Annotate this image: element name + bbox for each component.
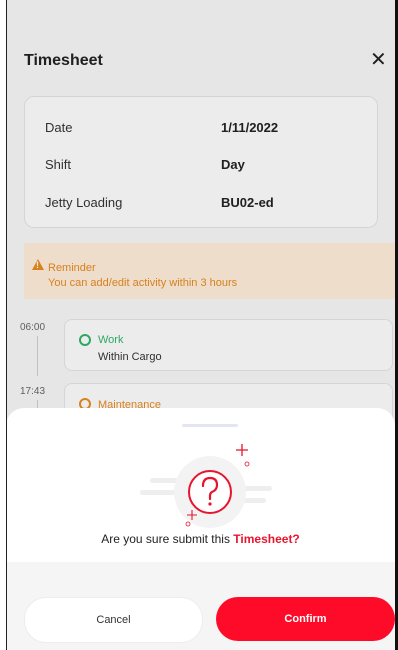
- dialog-footer: Cancel Confirm: [6, 562, 395, 650]
- confirm-bottom-sheet: Are you sure submit this Timesheet? Canc…: [6, 408, 395, 650]
- question-accent: Timesheet?: [233, 532, 300, 546]
- question-icon: [140, 444, 272, 528]
- app-frame: Timesheet ✕ Date 1/11/2022 Shift Day Jet…: [6, 0, 395, 650]
- cancel-button[interactable]: Cancel: [24, 597, 203, 643]
- frame-border: [6, 0, 7, 650]
- confirm-question: Are you sure submit this Timesheet?: [6, 532, 395, 546]
- drag-handle[interactable]: [182, 424, 238, 427]
- question-prefix: Are you sure submit this: [101, 532, 234, 546]
- confirm-button[interactable]: Confirm: [216, 597, 395, 641]
